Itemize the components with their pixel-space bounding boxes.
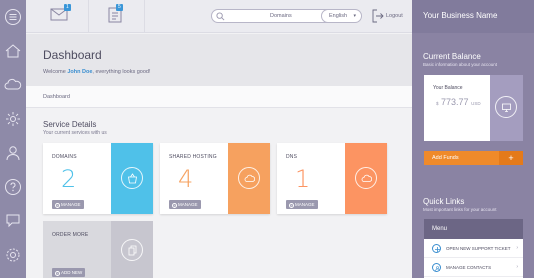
balance-subtitle: Basic information about your account — [423, 62, 498, 67]
quick-links-subtitle: Most important links for your account — [423, 207, 497, 212]
balance-accent — [490, 75, 523, 141]
help-icon[interactable] — [4, 178, 22, 196]
add-new-button[interactable]: + ADD NEW — [52, 268, 86, 277]
menu-item-label: OPEN NEW SUPPORT TICKET — [446, 246, 511, 251]
contacts-icon — [432, 263, 441, 272]
plus-icon: + — [499, 151, 523, 165]
left-nav-rail — [0, 0, 26, 278]
top-bar: 1 5 Domains ▾ English ▾ Logout — [26, 0, 412, 33]
plus-icon: + — [289, 203, 294, 208]
right-panel: Your Business Name Current Balance Basic… — [412, 0, 534, 278]
card-accent — [228, 143, 270, 214]
plus-icon — [432, 244, 441, 253]
search-scope-select[interactable]: Domains — [270, 13, 292, 19]
add-funds-label: Add Funds — [432, 155, 459, 161]
tasks-badge: 5 — [116, 4, 123, 11]
logout-icon — [372, 9, 384, 23]
card-label: Order More — [52, 232, 89, 238]
plus-icon: + — [55, 203, 60, 208]
service-card-order-more: Order More + ADD NEW — [43, 221, 153, 278]
breadcrumb-bar: Dashboard — [26, 86, 412, 108]
user-name-link[interactable]: John Doe — [67, 69, 92, 75]
card-count: 2 — [61, 165, 77, 193]
manage-dns-button[interactable]: + MANAGE — [286, 200, 318, 209]
language-select[interactable]: English ▾ — [321, 9, 362, 23]
section-title: Service Details — [43, 120, 97, 129]
balance-title: Current Balance — [423, 52, 481, 61]
card-count: 1 — [295, 165, 311, 193]
user-icon[interactable] — [4, 144, 22, 162]
divider — [88, 0, 89, 33]
menu-item-open-ticket[interactable]: OPEN NEW SUPPORT TICKET › — [424, 239, 523, 258]
manage-domains-button[interactable]: + MANAGE — [52, 200, 84, 209]
search-icon — [216, 12, 225, 21]
gear-icon[interactable] — [4, 110, 22, 128]
card-accent — [111, 221, 153, 278]
page-title: Dashboard — [43, 48, 102, 62]
home-icon[interactable] — [4, 42, 22, 60]
search-domains-input[interactable]: Domains ▾ — [211, 9, 334, 23]
cloud-icon[interactable] — [4, 76, 22, 94]
plus-icon: + — [172, 203, 177, 208]
cloud-icon — [238, 167, 260, 189]
brand-bar: Your Business Name — [412, 0, 534, 33]
plus-icon: + — [55, 271, 60, 276]
quick-links-title: Quick Links — [423, 197, 465, 206]
tasks-button[interactable]: 5 — [106, 4, 132, 27]
logout-label: Logout — [386, 13, 403, 19]
menu-icon[interactable] — [4, 8, 22, 26]
cloud-icon — [355, 167, 377, 189]
menu-item-manage-contacts[interactable]: MANAGE CONTACTS › — [424, 258, 523, 277]
chevron-right-icon: › — [516, 264, 518, 270]
chevron-right-icon: › — [516, 245, 518, 251]
manage-hosting-button[interactable]: + MANAGE — [169, 200, 201, 209]
language-value: English — [329, 13, 348, 19]
card-label: Shared Hosting — [169, 154, 217, 160]
monitor-icon — [495, 96, 517, 118]
documents-icon — [121, 239, 143, 261]
welcome-message: Welcome John Doe, everything looks good! — [43, 69, 151, 75]
menu-item-label: MANAGE CONTACTS — [446, 265, 492, 270]
dashboard-header: Dashboard Welcome John Doe, everything l… — [26, 34, 412, 86]
balance-amount: $ 773.77 USD — [436, 97, 481, 107]
card-accent — [111, 143, 153, 214]
messages-badge: 1 — [64, 4, 71, 11]
add-funds-button[interactable]: Add Funds + — [424, 151, 523, 165]
breadcrumb[interactable]: Dashboard — [43, 94, 70, 100]
main-content: Dashboard Welcome John Doe, everything l… — [26, 34, 412, 278]
basket-icon — [121, 167, 143, 189]
chevron-down-icon: ▾ — [353, 13, 356, 19]
balance-card: Your Balance $ 773.77 USD — [424, 75, 523, 141]
service-card-shared-hosting: Shared Hosting 4 + MANAGE — [160, 143, 270, 214]
service-card-dns: DNS 1 + MANAGE — [277, 143, 387, 214]
service-card-domains: Domains 2 + MANAGE — [43, 143, 153, 214]
messages-button[interactable]: 1 — [50, 4, 76, 27]
chat-icon[interactable] — [4, 212, 22, 230]
divider — [144, 0, 145, 33]
menu-header: Menu — [424, 219, 523, 239]
card-label: Domains — [52, 154, 77, 160]
quick-links-menu: Menu OPEN NEW SUPPORT TICKET › MANAGE CO… — [424, 219, 523, 278]
balance-label: Your Balance — [433, 85, 463, 91]
section-subtitle: Your current services with us — [43, 130, 107, 136]
business-name[interactable]: Your Business Name — [423, 11, 497, 20]
settings-icon[interactable] — [4, 246, 22, 264]
card-count: 4 — [178, 165, 194, 193]
card-accent — [345, 143, 387, 214]
card-label: DNS — [286, 154, 298, 160]
